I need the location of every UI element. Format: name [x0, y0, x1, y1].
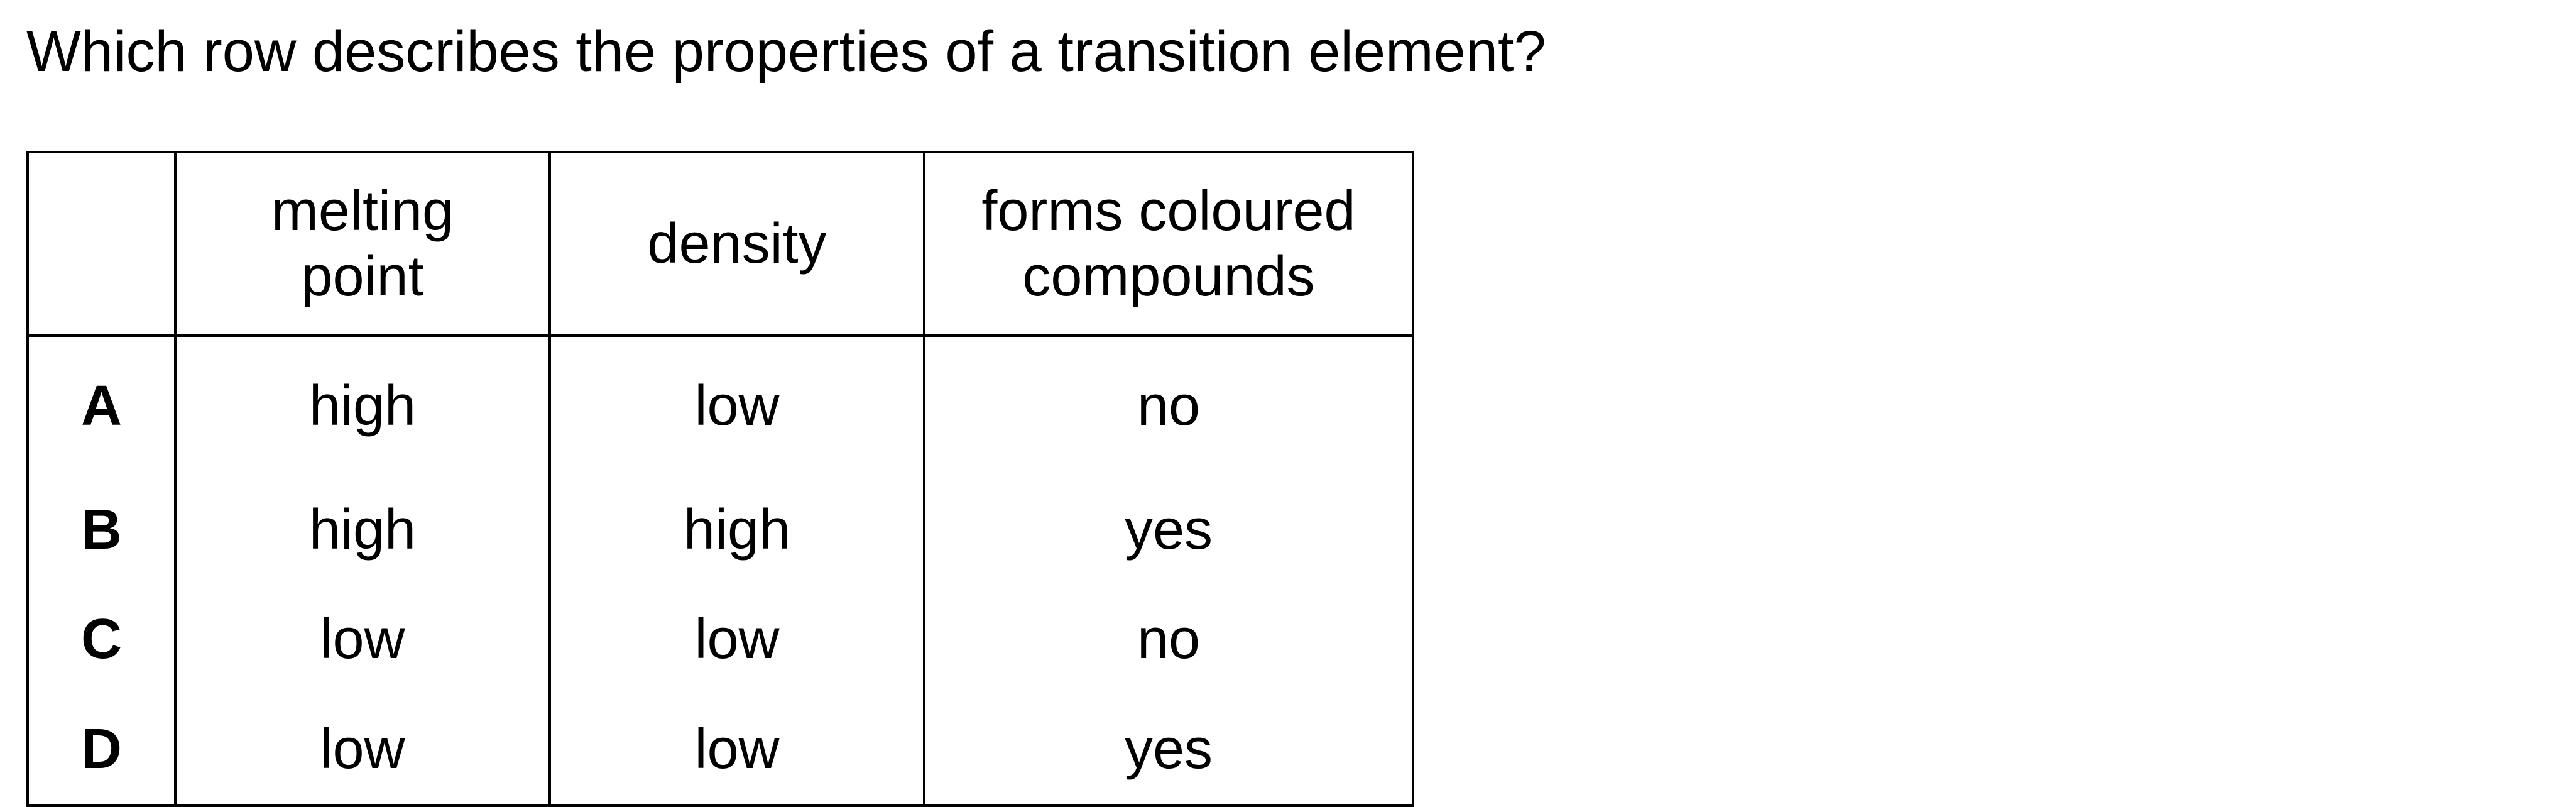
row-letter: A [26, 336, 177, 475]
cell-melting-point: low [174, 694, 551, 807]
header-coloured-line2: compounds [1022, 245, 1315, 308]
cell-melting-point: low [174, 585, 551, 694]
table-row: C low low no [26, 585, 1414, 694]
header-coloured-line1: forms coloured [981, 180, 1356, 243]
cell-coloured: no [923, 336, 1414, 475]
table-row: A high low no [26, 336, 1414, 475]
cell-density: low [548, 694, 925, 807]
cell-coloured: yes [923, 475, 1414, 585]
row-letter: D [26, 694, 177, 807]
header-melting-point-line1: melting [271, 180, 454, 243]
header-melting-point: melting point [174, 151, 551, 337]
cell-melting-point: high [174, 475, 551, 585]
cell-coloured: yes [923, 694, 1414, 807]
question-text: Which row describes the properties of a … [26, 19, 1546, 84]
cell-density: high [548, 475, 925, 585]
cell-density: low [548, 585, 925, 694]
row-letter: B [26, 475, 177, 585]
header-option [26, 151, 177, 337]
properties-table: melting point density forms coloured com… [26, 151, 1414, 807]
header-forms-coloured-compounds: forms coloured compounds [923, 151, 1414, 337]
header-density: density [548, 151, 925, 337]
cell-coloured: no [923, 585, 1414, 694]
row-letter: C [26, 585, 177, 694]
cell-melting-point: high [174, 336, 551, 475]
table-row: B high high yes [26, 475, 1414, 585]
header-density-line1: density [647, 212, 827, 275]
header-melting-point-line2: point [301, 245, 424, 308]
header-row: melting point density forms coloured com… [26, 151, 1414, 337]
cell-density: low [548, 336, 925, 475]
table-row: D low low yes [26, 694, 1414, 807]
